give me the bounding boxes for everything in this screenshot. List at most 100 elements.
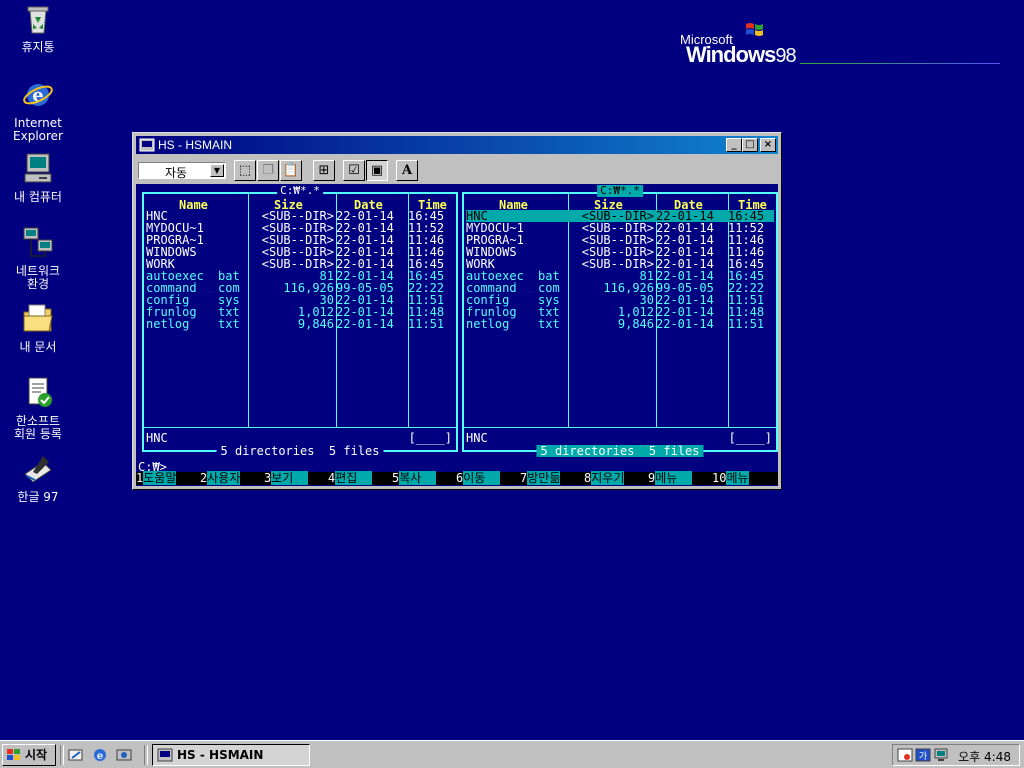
panel-footer-divider (144, 427, 456, 428)
left-filter-box[interactable]: [____] (409, 431, 452, 445)
fkey-6[interactable]: 6이동 (456, 471, 500, 485)
file-date: 22-01-14 (336, 317, 394, 331)
file-ext: txt (538, 317, 560, 331)
fkey-label: 사용자 (207, 471, 241, 485)
left-panel-path: C:₩*.* (277, 185, 323, 197)
font-a-icon: A (401, 163, 413, 178)
fullscreen-button[interactable]: ⊞ (313, 160, 335, 181)
internet-explorer-icon[interactable]: e (92, 747, 108, 763)
select-rect-icon: ⬚ (238, 163, 252, 178)
font-select[interactable]: 자동 ▼ (138, 162, 226, 180)
desktop-icon-label: 네트워크 환경 (15, 264, 61, 291)
maximize-button[interactable]: □ (742, 138, 758, 152)
desktop-icon-hangul97[interactable]: 한글 97 (0, 452, 76, 504)
fkey-label: 메뉴 (726, 471, 749, 485)
taskbar-clock[interactable]: 오후 4:48 (958, 748, 1011, 765)
my-documents-icon (23, 304, 53, 332)
hangul-input-icon[interactable]: 가 (915, 748, 931, 762)
paste-icon: 📋 (282, 163, 300, 178)
start-button[interactable]: 시작 (2, 744, 56, 766)
channels-icon[interactable] (116, 747, 132, 763)
desktop-icon-my-documents[interactable]: 내 문서 (0, 302, 76, 354)
mark-button[interactable]: ⬚ (234, 160, 256, 181)
copy-button[interactable]: ❐ (257, 160, 279, 181)
properties-icon: ☑ (348, 163, 360, 178)
file-date: 22-01-14 (656, 317, 714, 331)
properties-button[interactable]: ☑ (343, 160, 365, 181)
desktop-icon-label: Internet Explorer (13, 116, 63, 143)
paste-button[interactable]: 📋 (280, 160, 302, 181)
left-file-panel[interactable]: C:₩*.* Name Size Date Time HNC <SUB--DIR>… (142, 185, 458, 457)
window-title: HS - HSMAIN (158, 138, 233, 152)
close-button[interactable]: × (760, 138, 776, 152)
desktop-icon-my-computer[interactable]: 내 컴퓨터 (0, 152, 76, 204)
svg-text:가: 가 (919, 751, 927, 762)
show-desktop-icon[interactable] (68, 747, 84, 763)
task-button-label: HS - HSMAIN (177, 748, 264, 762)
left-current-file: HNC (146, 431, 168, 445)
task-button-hs[interactable]: HS - HSMAIN (152, 744, 310, 766)
fkey-5[interactable]: 5복사 (392, 471, 436, 485)
taskbar: 시작 e HS - HSMAIN 가 오후 4:48 (0, 740, 1024, 768)
window-toolbar: 자동 ▼ ⬚ ❐ 📋 ⊞ ☑ ▣ A (136, 157, 778, 183)
file-name: netlog (466, 317, 510, 331)
minimize-button[interactable]: _ (726, 138, 742, 152)
dos-app-icon (157, 748, 173, 762)
start-label: 시작 (25, 748, 48, 762)
ime-icon[interactable] (897, 748, 913, 762)
fkey-label: 메뉴 (655, 471, 692, 485)
taskbar-separator (144, 745, 148, 765)
file-time: 11:51 (728, 317, 765, 331)
fkey-2[interactable]: 2사용자 (200, 471, 241, 485)
fkey-8[interactable]: 8지우기 (584, 471, 625, 485)
right-file-panel[interactable]: C:₩*.* Name Size Date Time HNC <SUB--DIR>… (462, 185, 778, 457)
desktop-icon-internet-explorer[interactable]: e Internet Explorer (0, 78, 76, 143)
desktop-icon-label: 한글 97 (17, 490, 59, 504)
background-button[interactable]: ▣ (366, 160, 388, 181)
file-row[interactable]: netlog txt 9,846 22-01-14 11:51 (466, 318, 774, 330)
hangul97-icon (24, 456, 52, 483)
font-button[interactable]: A (396, 160, 418, 181)
fkey-label: 편집 (335, 471, 372, 485)
left-file-list: HNC <SUB--DIR> 22-01-14 16:45 MYDOCU~1 <SUB--… (146, 210, 454, 330)
taskbar-separator (60, 745, 64, 765)
right-filter-box[interactable]: [____] (729, 431, 772, 445)
file-size: 9,846 (297, 317, 334, 331)
chevron-down-icon[interactable]: ▼ (210, 164, 224, 177)
console-screen[interactable]: C:₩*.* Name Size Date Time HNC <SUB--DIR>… (136, 184, 778, 486)
fkey-label: 방만듦 (527, 471, 561, 485)
right-panel-summary: 5 directories 5 files (536, 445, 704, 457)
fkey-10[interactable]: 10메뉴 (712, 471, 749, 485)
fkey-label: 도움말 (143, 471, 177, 485)
desktop-icon-recycle-bin[interactable]: 휴지통 (0, 2, 76, 54)
panel-footer-divider (464, 427, 776, 428)
font-select-value: 자동 (165, 166, 188, 180)
windows98-logo: Microsoft Windows98 (680, 20, 1010, 72)
window-titlebar[interactable]: HS - HSMAIN _ □ × (136, 136, 778, 154)
hs-window[interactable]: HS - HSMAIN _ □ × 자동 ▼ ⬚ ❐ 📋 ⊞ ☑ ▣ A C:₩… (132, 132, 782, 490)
desktop-icon-label: 내 문서 (19, 340, 57, 354)
right-file-list: HNC <SUB--DIR> 22-01-14 16:45 MYDOCU~1 <SUB--… (466, 210, 774, 330)
right-current-file: HNC (466, 431, 488, 445)
fkey-label: 보기 (271, 471, 308, 485)
network-icon (23, 227, 53, 257)
fkey-label: 이동 (463, 471, 500, 485)
fkey-3[interactable]: 3보기 (264, 471, 308, 485)
fkey-4[interactable]: 4편집 (328, 471, 372, 485)
internet-explorer-icon: e (23, 84, 53, 106)
windows-flag-icon (7, 749, 20, 760)
hansoft-register-icon (28, 377, 52, 407)
desktop-icon-network[interactable]: 네트워크 환경 (0, 226, 76, 291)
fkey-1[interactable]: 1도움말 (136, 471, 177, 485)
file-row[interactable]: netlog txt 9,846 22-01-14 11:51 (146, 318, 454, 330)
display-settings-icon[interactable] (933, 748, 949, 762)
file-name: netlog (146, 317, 190, 331)
desktop-icon-hansoft-register[interactable]: 한소프트 회원 등록 (0, 376, 76, 441)
fkey-7[interactable]: 7방만듦 (520, 471, 561, 485)
fkey-9[interactable]: 9메뉴 (648, 471, 692, 485)
copy-icon: ❐ (262, 163, 274, 178)
desktop-icon-label: 한소프트 회원 등록 (14, 414, 62, 441)
file-time: 11:51 (408, 317, 445, 331)
svg-text:e: e (97, 751, 103, 762)
logo-underline (800, 63, 1000, 64)
